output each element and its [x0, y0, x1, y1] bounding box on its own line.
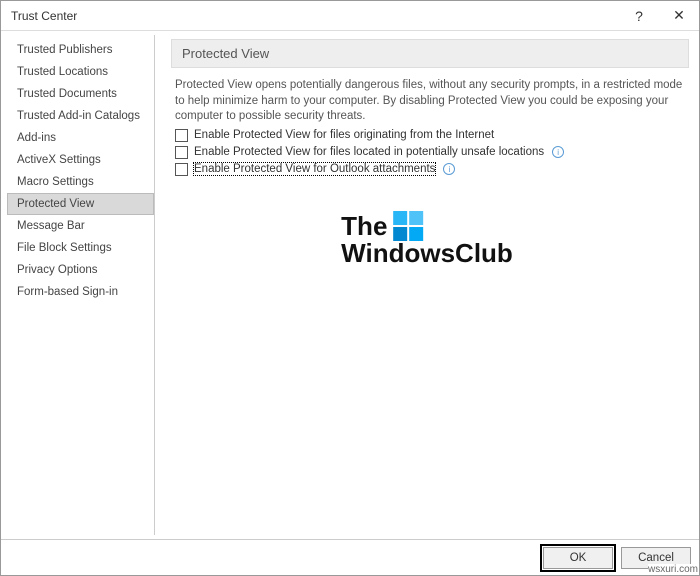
- sidebar-item-file-block-settings[interactable]: File Block Settings: [7, 237, 154, 259]
- info-icon[interactable]: i: [552, 146, 564, 158]
- check-label: Enable Protected View for files originat…: [194, 129, 494, 141]
- dialog-body: Trusted Publishers Trusted Locations Tru…: [1, 31, 699, 539]
- watermark: The WindowsClub: [341, 211, 513, 266]
- panel-description: Protected View opens potentially dangero…: [171, 68, 689, 127]
- sidebar-item-addins[interactable]: Add-ins: [7, 127, 154, 149]
- close-button[interactable]: ✕: [659, 1, 699, 31]
- ok-button[interactable]: OK: [543, 547, 613, 569]
- sidebar-item-form-based-signin[interactable]: Form-based Sign-in: [7, 281, 154, 303]
- info-icon[interactable]: i: [443, 163, 455, 175]
- window-title: Trust Center: [11, 9, 619, 23]
- panel-header: Protected View: [171, 39, 689, 68]
- footer: OK Cancel: [1, 539, 699, 575]
- help-button[interactable]: ?: [619, 1, 659, 31]
- check-unsafe-locations[interactable]: Enable Protected View for files located …: [175, 144, 689, 161]
- checkbox-group: Enable Protected View for files originat…: [171, 127, 689, 178]
- check-label: Enable Protected View for Outlook attach…: [194, 163, 435, 175]
- watermark-line2: WindowsClub: [341, 241, 513, 266]
- checkbox-icon[interactable]: [175, 129, 188, 142]
- sidebar-item-trusted-documents[interactable]: Trusted Documents: [7, 83, 154, 105]
- watermark-line1: The: [341, 214, 387, 239]
- main-panel: Protected View Protected View opens pote…: [155, 31, 699, 539]
- trust-center-dialog: Trust Center ? ✕ Trusted Publishers Trus…: [0, 0, 700, 576]
- windows-logo-icon: [393, 211, 423, 241]
- sidebar-item-privacy-options[interactable]: Privacy Options: [7, 259, 154, 281]
- sidebar-item-trusted-addin-catalogs[interactable]: Trusted Add-in Catalogs: [7, 105, 154, 127]
- check-outlook-attachments[interactable]: Enable Protected View for Outlook attach…: [175, 161, 689, 178]
- sidebar-item-message-bar[interactable]: Message Bar: [7, 215, 154, 237]
- sidebar-item-trusted-locations[interactable]: Trusted Locations: [7, 61, 154, 83]
- checkbox-icon[interactable]: [175, 163, 188, 176]
- titlebar: Trust Center ? ✕: [1, 1, 699, 31]
- checkbox-icon[interactable]: [175, 146, 188, 159]
- check-label: Enable Protected View for files located …: [194, 146, 544, 158]
- sidebar-item-protected-view[interactable]: Protected View: [7, 193, 154, 215]
- sidebar: Trusted Publishers Trusted Locations Tru…: [7, 35, 155, 535]
- sidebar-item-macro-settings[interactable]: Macro Settings: [7, 171, 154, 193]
- sidebar-item-activex-settings[interactable]: ActiveX Settings: [7, 149, 154, 171]
- check-internet-files[interactable]: Enable Protected View for files originat…: [175, 127, 689, 144]
- sidebar-item-trusted-publishers[interactable]: Trusted Publishers: [7, 39, 154, 61]
- source-watermark: wsxuri.com: [648, 564, 698, 575]
